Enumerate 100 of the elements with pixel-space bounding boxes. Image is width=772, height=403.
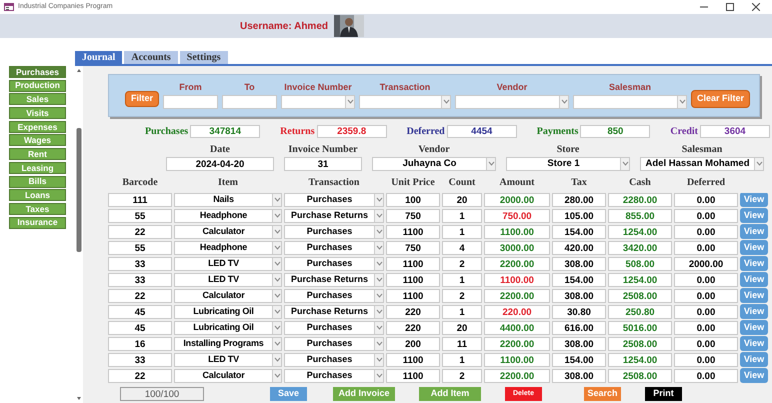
table-cell: 1 [442,224,482,238]
column-header: Count [448,176,476,190]
invoice-field[interactable]: 31 [284,156,362,170]
item-dropdown[interactable]: Calculator [174,224,282,238]
table-cell: 55 [108,240,172,254]
item-dropdown[interactable]: LED TV [174,272,282,286]
filter-dropdown[interactable] [359,94,452,109]
table-cell: 0.00 [674,288,738,302]
table-cell: 5016.00 [608,320,672,334]
column-header: Unit Price [390,176,436,190]
table-cell: 2508.00 [608,336,672,350]
table-cell: 33 [108,256,172,270]
table-cell: 33 [108,272,172,286]
footer-button[interactable]: Print [645,386,682,400]
tab[interactable]: Accounts [124,51,178,64]
table-cell: 2000.00 [674,256,738,270]
item-dropdown[interactable]: LED TV [174,352,282,366]
total-label: Purchases [145,124,188,138]
transaction-dropdown[interactable]: Purchases [284,320,384,334]
table-cell: 855.00 [608,208,672,222]
transaction-dropdown[interactable]: Purchase Returns [284,304,384,318]
filter-label: From [179,82,202,94]
invoice-dropdown[interactable]: Store 1 [506,156,630,170]
table-cell: 1100.00 [484,352,550,366]
item-dropdown[interactable]: Lubricating Oil [174,320,282,334]
invoice-label: Vendor [418,144,450,156]
table-cell: 308.00 [552,336,606,350]
total-field: 2359.8 [316,124,387,138]
item-dropdown[interactable]: Calculator [174,288,282,302]
table-cell: 2 [442,368,482,382]
transaction-dropdown[interactable]: Purchases [284,256,384,270]
transaction-dropdown[interactable]: Purchases [284,224,384,238]
table-cell: 2280.00 [608,192,672,206]
filter-dropdown[interactable] [573,94,688,109]
username-label: Username: Ahmed [240,20,328,34]
transaction-dropdown[interactable]: Purchases [284,288,384,302]
table-cell: 1254.00 [608,352,672,366]
item-dropdown[interactable]: Nails [174,192,282,206]
transaction-dropdown[interactable]: Purchases [284,240,384,254]
table-cell: 308.00 [552,256,606,270]
table-cell: 0.00 [674,240,738,254]
total-label: Deferred [406,124,445,138]
table-cell: 1100 [386,368,440,382]
invoice-dropdown[interactable]: Juhayna Co [372,156,496,170]
table-cell: 20 [442,320,482,334]
table-cell: 220 [386,320,440,334]
item-dropdown[interactable]: Calculator [174,368,282,382]
invoice-dropdown[interactable]: Adel Hassan Mohamed [640,156,764,170]
table-cell: 22 [108,224,172,238]
table-cell: 1100 [386,272,440,286]
table-cell: 2508.00 [608,288,672,302]
table-cell: 0.00 [674,192,738,206]
table-cell: 0.00 [674,304,738,318]
scrollbar[interactable] [75,66,83,403]
transaction-dropdown[interactable]: Purchase Returns [284,208,384,222]
table-cell: 0.00 [674,368,738,382]
item-dropdown[interactable]: Headphone [174,240,282,254]
invoice-label: Invoice Number [288,144,358,156]
table-cell: 2200.00 [484,288,550,302]
transaction-dropdown[interactable]: Purchases [284,192,384,206]
item-dropdown[interactable]: Lubricating Oil [174,304,282,318]
table-cell: 154.00 [552,224,606,238]
transaction-dropdown[interactable]: Purchases [284,336,384,350]
table-cell: 45 [108,320,172,334]
transaction-dropdown[interactable]: Purchases [284,352,384,366]
invoice-field[interactable]: 2024-04-20 [166,156,274,170]
table-cell: 0.00 [674,208,738,222]
filter-field[interactable] [163,94,218,109]
table-cell: 100 [386,192,440,206]
table-cell: 2200.00 [484,256,550,270]
table-cell: 0.00 [674,272,738,286]
transaction-dropdown[interactable]: Purchases [284,368,384,382]
table-cell: 1 [442,304,482,318]
total-field: 850 [580,124,650,138]
table-cell: 220.00 [484,304,550,318]
table-cell: 154.00 [552,352,606,366]
item-dropdown[interactable]: LED TV [174,256,282,270]
column-header: Amount [498,176,536,190]
column-header: Tax [570,176,588,190]
table-cell: 750 [386,240,440,254]
item-dropdown[interactable]: Headphone [174,208,282,222]
item-dropdown[interactable]: Installing Programs [174,336,282,350]
total-field: 347814 [190,124,260,138]
table-cell: 55 [108,208,172,222]
table-cell: 1 [442,272,482,286]
maximize-icon[interactable] [726,3,734,11]
table-cell: 16 [108,336,172,350]
filter-label: Invoice Number [284,82,352,94]
transaction-dropdown[interactable]: Purchase Returns [284,272,384,286]
filter-dropdown[interactable] [455,94,570,109]
sidebar-button[interactable]: Purchases [9,66,66,78]
table-cell: 750.00 [484,208,550,222]
invoice-label: Date [210,144,230,156]
filter-dropdown[interactable] [281,94,356,109]
tab[interactable]: Settings [180,51,228,64]
table-cell: 2 [442,256,482,270]
column-header: Deferred [686,176,726,190]
tab[interactable]: Journal [75,51,122,64]
close-icon[interactable] [752,3,760,11]
filter-field[interactable] [222,94,278,109]
